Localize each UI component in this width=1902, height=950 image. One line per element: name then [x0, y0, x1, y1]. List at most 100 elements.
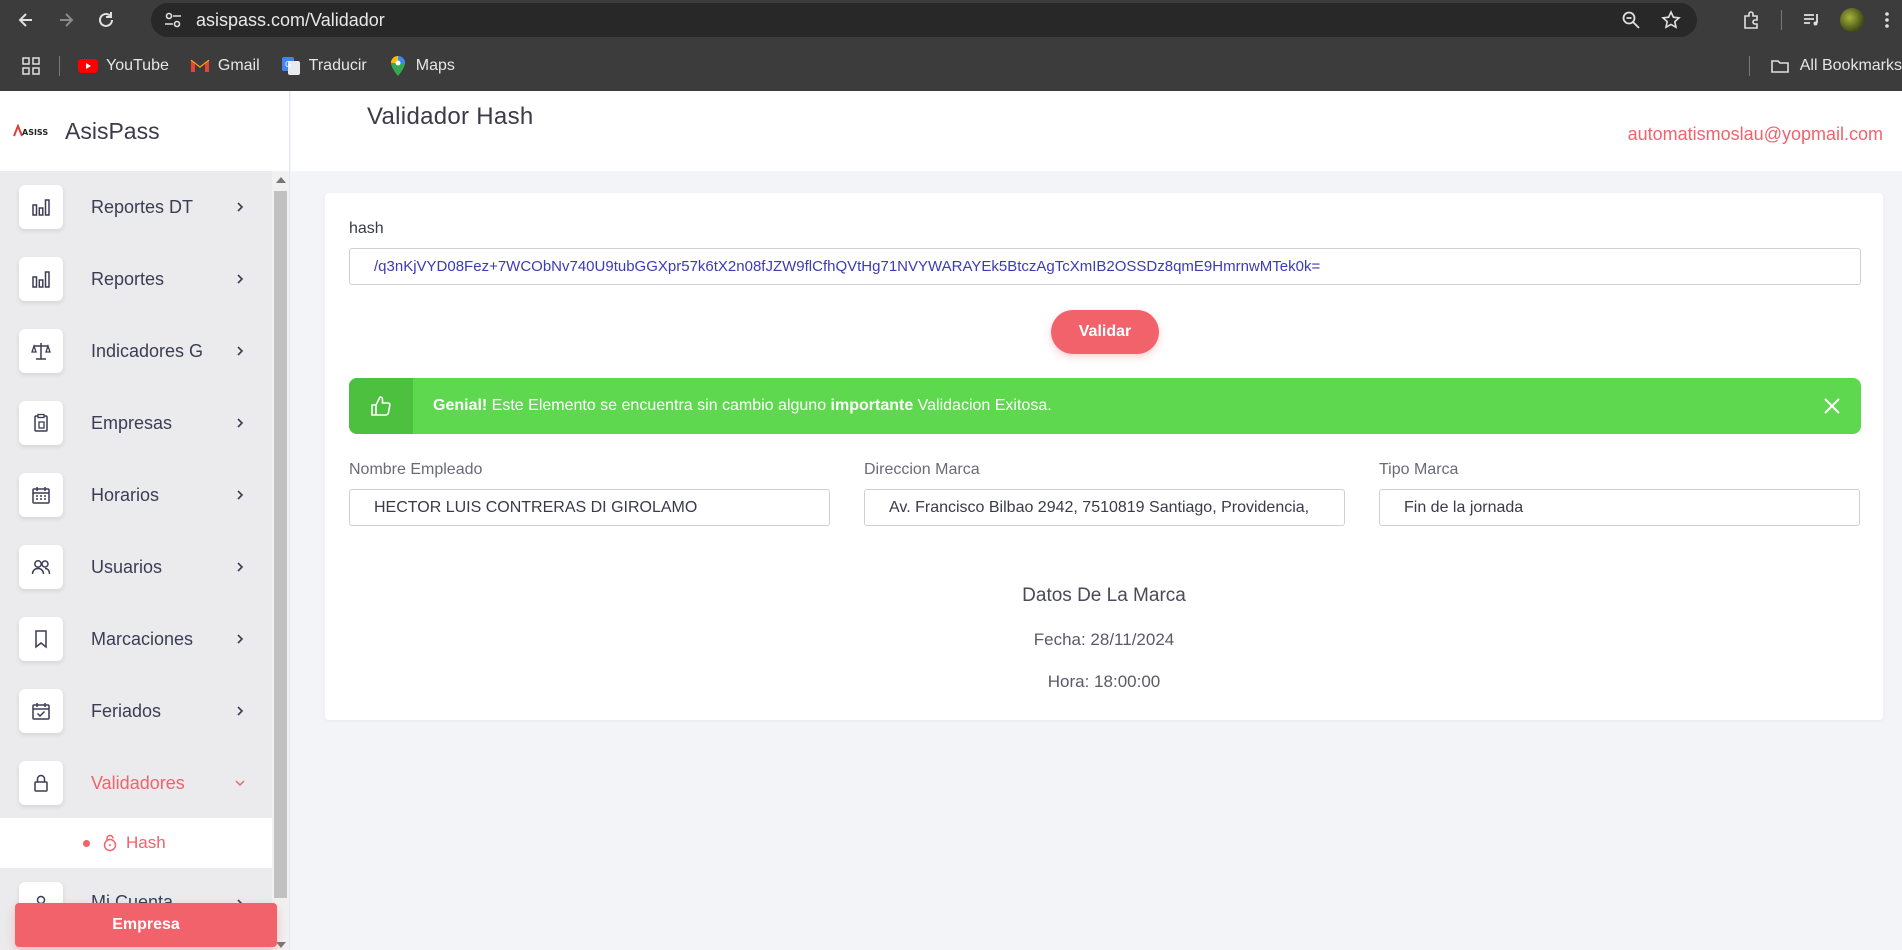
hash-label: hash — [349, 220, 384, 237]
scale-icon — [19, 329, 63, 373]
sidebar-item-reportes-dt[interactable]: Reportes DT — [0, 171, 272, 243]
chevron-right-icon — [237, 490, 244, 500]
zoom-icon[interactable] — [1621, 10, 1641, 30]
sidebar-item-usuarios[interactable]: Usuarios — [0, 531, 272, 603]
fecha-text: Fecha: 28/11/2024 — [1033, 630, 1175, 649]
reload-button[interactable] — [86, 0, 126, 40]
chevron-right-icon — [237, 418, 244, 428]
alert-strong-genial: Genial! — [433, 397, 488, 414]
page-header: Validador Hash automatismoslau@yopmail.c… — [291, 91, 1902, 171]
bookmark-traducir[interactable]: G Traducir — [281, 56, 367, 76]
back-button[interactable] — [6, 0, 46, 40]
direccion-marca-label: Direccion Marca — [864, 461, 980, 478]
chevron-right-icon — [237, 562, 244, 572]
sidebar-item-label: Validadores — [91, 772, 185, 793]
site-settings-icon[interactable] — [163, 10, 183, 30]
datos-marca-title: Datos De La Marca — [1022, 585, 1186, 606]
chevron-down-icon — [235, 780, 245, 786]
alert-strong-importante: importante — [830, 397, 914, 414]
bookmark-label: Traducir — [308, 56, 367, 74]
tipo-marca-field[interactable]: Fin de la jornada — [1379, 489, 1860, 526]
sidebar-item-empresas[interactable]: Empresas — [0, 387, 272, 459]
sidebar-item-label: Marcaciones — [91, 628, 194, 649]
active-dot — [83, 839, 90, 847]
unlock-icon — [103, 834, 117, 852]
bookmark-icon — [19, 617, 63, 661]
sidebar-item-label: Empresas — [91, 412, 173, 433]
close-icon[interactable] — [1823, 397, 1841, 415]
alert-text-1: Este Elemento se encuentra sin cambio al… — [487, 397, 831, 414]
bookmarks-bar: YouTube Gmail G Traducir Maps All Bookma… — [0, 40, 1902, 91]
profile-button[interactable] — [1832, 0, 1872, 40]
sidebar-item-horarios[interactable]: Horarios — [0, 459, 272, 531]
sidebar-item-label: Horarios — [91, 484, 160, 505]
all-bookmarks-label: All Bookmarks — [1799, 56, 1902, 74]
translate-icon: G — [281, 56, 301, 76]
forward-button[interactable] — [46, 0, 86, 40]
brand-logo: ASISS — [13, 124, 48, 137]
sidebar-item-reportes[interactable]: Reportes — [0, 243, 272, 315]
star-icon[interactable] — [1661, 10, 1681, 30]
sidebar-item-label: Feriados — [91, 700, 162, 721]
hora-text: Hora: 18:00:00 — [1047, 672, 1161, 691]
folder-icon — [1770, 59, 1789, 73]
lock-icon — [19, 761, 63, 805]
user-email[interactable]: automatismoslau@yopmail.com — [1628, 124, 1883, 145]
bookmark-divider — [59, 55, 60, 76]
youtube-icon — [78, 56, 98, 76]
bar-chart-icon — [19, 257, 63, 301]
arrow-left-icon — [18, 13, 32, 27]
sidebar-item-marcaciones[interactable]: Marcaciones — [0, 603, 272, 675]
extensions-button[interactable] — [1731, 0, 1771, 40]
menu-button[interactable] — [1872, 0, 1902, 40]
chevron-right-icon — [237, 634, 244, 644]
alert-text-2: Validacion Exitosa. — [913, 397, 1052, 414]
nombre-empleado-label: Nombre Empleado — [349, 461, 483, 478]
gmail-icon — [190, 56, 210, 76]
puzzle-icon — [1744, 11, 1758, 29]
calendar-icon — [19, 473, 63, 517]
url-text[interactable]: asispass.com/Validador — [196, 10, 385, 31]
page-title: Validador Hash — [367, 103, 534, 130]
sidebar-scrollbar-thumb[interactable] — [274, 191, 287, 898]
hash-input[interactable]: /q3nKjVYD08Fez+7WCObNv740U9tubGGXpr57k6t… — [349, 248, 1861, 285]
alert-message: Genial! Este Elemento se encuentra sin c… — [433, 397, 1052, 415]
chevron-right-icon — [237, 202, 244, 212]
avatar — [1840, 8, 1864, 32]
chevron-right-icon — [237, 346, 244, 356]
tipo-marca-label: Tipo Marca — [1379, 461, 1459, 478]
empresa-button[interactable]: Empresa — [15, 903, 277, 947]
media-button[interactable] — [1792, 0, 1832, 40]
more-vertical-icon — [1885, 12, 1889, 28]
brand[interactable]: ASISS AsisPass — [0, 91, 289, 171]
playlist-icon — [1804, 14, 1818, 26]
sidebar-subitem-label: Hash — [126, 833, 166, 852]
bookmark-maps[interactable]: Maps — [388, 55, 455, 76]
sidebar-item-label: Indicadores G — [91, 340, 204, 361]
sidebar-item-label: Usuarios — [91, 556, 163, 577]
nombre-empleado-field[interactable]: HECTOR LUIS CONTRERAS DI GIROLAMO — [349, 489, 830, 526]
validar-button[interactable]: Validar — [1051, 310, 1159, 354]
bookmark-youtube[interactable]: YouTube — [78, 56, 169, 76]
validator-card: hash /q3nKjVYD08Fez+7WCObNv740U9tubGGXpr… — [325, 193, 1883, 720]
sidebar-item-feriados[interactable]: Feriados — [0, 675, 272, 747]
direccion-marca-field[interactable]: Av. Francisco Bilbao 2942, 7510819 Santi… — [864, 489, 1345, 526]
scroll-up-arrow-icon[interactable] — [276, 177, 286, 183]
reload-icon — [99, 12, 113, 27]
scroll-down-arrow-icon[interactable] — [276, 942, 286, 948]
sidebar-item-indicadores[interactable]: Indicadores G — [0, 315, 272, 387]
apps-grid-icon[interactable] — [21, 56, 41, 76]
sidebar-item-label: Reportes DT — [91, 196, 194, 217]
maps-icon — [388, 55, 408, 76]
users-icon — [19, 545, 63, 589]
toolbar-divider — [1781, 10, 1782, 30]
thumbs-up-icon — [349, 378, 413, 434]
arrow-right-icon — [60, 13, 74, 27]
all-bookmarks[interactable]: All Bookmarks — [1748, 40, 1902, 91]
sidebar-subitem-hash[interactable]: Hash — [0, 818, 272, 868]
bookmark-label: Gmail — [217, 56, 260, 74]
sidebar-item-validadores[interactable]: Validadores — [0, 747, 272, 819]
address-bar[interactable]: asispass.com/Validador — [151, 3, 1697, 37]
calendar-check-icon — [19, 689, 63, 733]
bookmark-gmail[interactable]: Gmail — [190, 56, 260, 76]
